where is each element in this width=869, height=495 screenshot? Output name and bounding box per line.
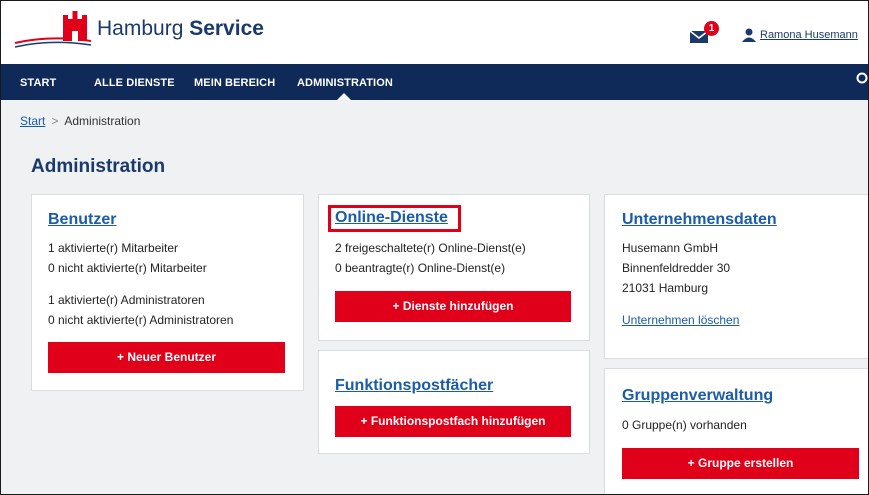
card-title-funktionspostfaecher[interactable]: Funktionspostfächer xyxy=(335,377,493,395)
user-icon xyxy=(742,28,756,42)
company-street: Binnenfeldredder 30 xyxy=(622,261,731,275)
new-user-button[interactable]: + Neuer Benutzer xyxy=(48,342,285,373)
active-nav-indicator xyxy=(337,93,351,100)
add-function-mailbox-button[interactable]: + Funktionspostfach hinzufügen xyxy=(335,406,571,437)
benutzer-stat-line: 1 aktivierte(r) Administratoren xyxy=(48,293,205,307)
benutzer-stat-line: 0 nicht aktivierte(r) Mitarbeiter xyxy=(48,261,207,275)
main-navigation: START ALLE DIENSTE MEIN BEREICH ADMINIST… xyxy=(1,64,868,100)
nav-item-alle-dienste[interactable]: ALLE DIENSTE xyxy=(94,77,175,89)
company-city: 21031 Hamburg xyxy=(622,281,709,295)
page-title: Administration xyxy=(31,156,166,177)
brand-name: Hamburg Service xyxy=(97,17,264,40)
browser-frame: Hamburg Service 1 Ramona Husemann START … xyxy=(0,0,869,495)
online-dienste-stat-line: 0 beantragte(r) Online-Dienst(e) xyxy=(335,261,506,275)
delete-company-link[interactable]: Unternehmen löschen xyxy=(622,313,739,327)
mail-count-badge[interactable]: 1 xyxy=(704,21,719,36)
group-count: 0 Gruppe(n) vorhanden xyxy=(622,418,747,432)
site-logo[interactable]: Hamburg Service xyxy=(11,7,271,51)
benutzer-stat-line: 0 nicht aktivierte(r) Administratoren xyxy=(48,313,234,327)
benutzer-stat-line: 1 aktivierte(r) Mitarbeiter xyxy=(48,241,179,255)
nav-item-administration[interactable]: ADMINISTRATION xyxy=(297,77,393,89)
user-profile-link[interactable]: Ramona Husemann xyxy=(760,29,858,41)
site-header: Hamburg Service 1 Ramona Husemann xyxy=(1,1,868,61)
breadcrumb-start-link[interactable]: Start xyxy=(20,114,45,128)
add-services-button[interactable]: + Dienste hinzufügen xyxy=(335,291,571,322)
card-title-gruppenverwaltung[interactable]: Gruppenverwaltung xyxy=(622,387,773,405)
nav-item-start[interactable]: START xyxy=(20,77,56,89)
search-icon[interactable] xyxy=(855,72,869,86)
online-dienste-stat-line: 2 freigeschaltete(r) Online-Dienst(e) xyxy=(335,241,526,255)
card-title-unternehmensdaten[interactable]: Unternehmensdaten xyxy=(622,211,777,229)
create-group-button[interactable]: + Gruppe erstellen xyxy=(622,448,859,479)
nav-item-mein-bereich[interactable]: MEIN BEREICH xyxy=(194,77,275,89)
breadcrumb-separator: > xyxy=(51,114,59,128)
card-funktionspostfaecher xyxy=(318,350,590,454)
breadcrumb: Start > Administration xyxy=(20,114,140,128)
breadcrumb-current: Administration xyxy=(64,114,141,128)
highlight-box xyxy=(328,205,461,232)
card-title-benutzer[interactable]: Benutzer xyxy=(48,211,116,229)
company-name: Husemann GmbH xyxy=(622,241,719,255)
